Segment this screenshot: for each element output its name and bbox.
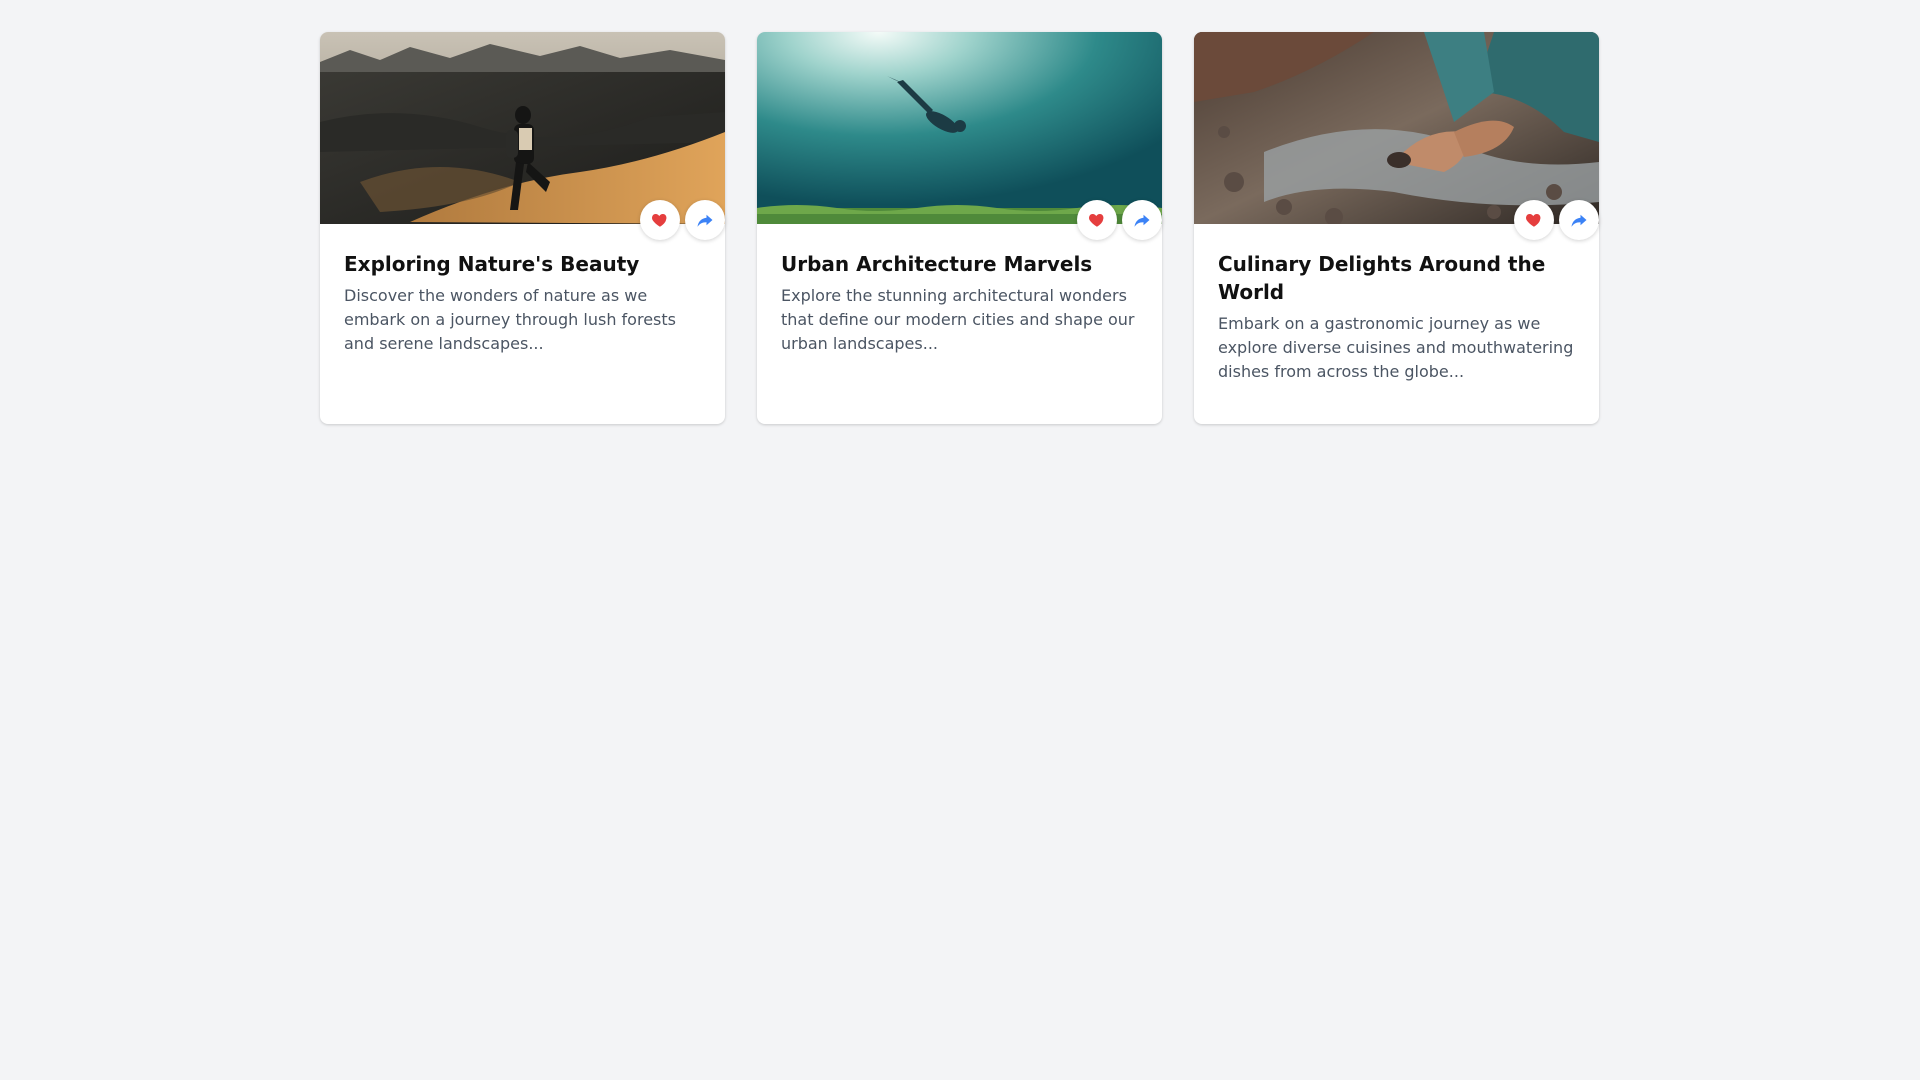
card-title: Culinary Delights Around the World bbox=[1218, 252, 1546, 304]
card-body: Urban Architecture Marvels Explore the s… bbox=[757, 224, 1162, 380]
desert-hiker-image bbox=[320, 32, 725, 224]
share-button[interactable] bbox=[1559, 200, 1599, 240]
card-actions bbox=[1077, 200, 1162, 240]
share-icon bbox=[697, 214, 713, 227]
share-icon bbox=[1134, 214, 1150, 227]
share-button[interactable] bbox=[1122, 200, 1162, 240]
river-stones-image bbox=[1194, 32, 1599, 224]
card-title: Urban Architecture Marvels bbox=[781, 252, 1093, 276]
card-body: Culinary Delights Around the World Embar… bbox=[1194, 224, 1599, 408]
article-card[interactable]: Urban Architecture Marvels Explore the s… bbox=[757, 32, 1162, 424]
card-body: Exploring Nature's Beauty Discover the w… bbox=[320, 224, 725, 380]
card-description: Embark on a gastronomic journey as we ex… bbox=[1218, 314, 1574, 381]
card-actions bbox=[1514, 200, 1599, 240]
like-button[interactable] bbox=[1077, 200, 1117, 240]
card-grid: Exploring Nature's Beauty Discover the w… bbox=[320, 32, 1600, 424]
card-description: Explore the stunning architectural wonde… bbox=[781, 286, 1135, 353]
heart-icon bbox=[1089, 214, 1104, 227]
card-actions bbox=[640, 200, 725, 240]
article-card[interactable]: Culinary Delights Around the World Embar… bbox=[1194, 32, 1599, 424]
article-card[interactable]: Exploring Nature's Beauty Discover the w… bbox=[320, 32, 725, 424]
like-button[interactable] bbox=[640, 200, 680, 240]
card-description: Discover the wonders of nature as we emb… bbox=[344, 286, 676, 353]
like-button[interactable] bbox=[1514, 200, 1554, 240]
card-image bbox=[320, 32, 725, 224]
underwater-diver-image bbox=[757, 32, 1162, 224]
card-image bbox=[757, 32, 1162, 224]
heart-icon bbox=[1526, 214, 1541, 227]
share-icon bbox=[1571, 214, 1587, 227]
heart-icon bbox=[652, 214, 667, 227]
share-button[interactable] bbox=[685, 200, 725, 240]
card-image bbox=[1194, 32, 1599, 224]
card-title: Exploring Nature's Beauty bbox=[344, 252, 640, 276]
